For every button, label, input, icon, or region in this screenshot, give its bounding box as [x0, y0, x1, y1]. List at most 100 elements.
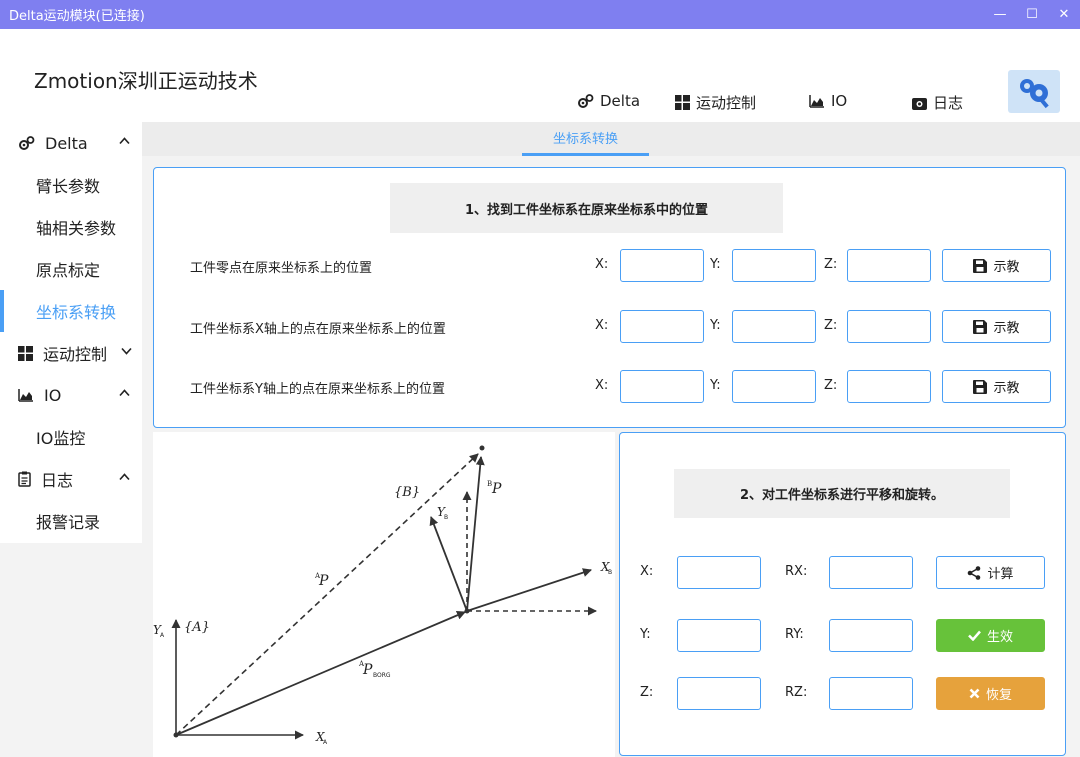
topnav-log-label: 日志	[933, 94, 964, 112]
maximize-button[interactable]: ☐	[1016, 0, 1048, 29]
transform-panel: 2、对工件坐标系进行平移和旋转。 X: RX: 计算 Y: RY: 生效 Z: …	[619, 432, 1066, 756]
frame-b-label: {B}	[394, 485, 420, 500]
sidebar-item-origin-calibration[interactable]: 原点标定	[0, 248, 142, 290]
rotate-z-input[interactable]	[829, 677, 913, 710]
ya-subscript: A	[160, 632, 165, 639]
topnav-io-label: IO	[831, 92, 848, 110]
ap-label: P	[318, 573, 329, 589]
porg-label: P	[362, 662, 373, 678]
topnav-io[interactable]: IO	[809, 92, 847, 110]
ypoint-x-input[interactable]	[620, 370, 704, 403]
ypoint-y-input[interactable]	[732, 370, 816, 403]
coordinate-frames-diagram: {B} {A} B P A P A P BORG Y A Y B X A X B	[153, 445, 612, 746]
porg-subscript: BORG	[373, 672, 391, 679]
chevron-up-icon	[119, 389, 130, 397]
frame-a-label: {A}	[184, 620, 210, 635]
topnav-delta[interactable]: Delta	[577, 92, 640, 110]
sidebar-item-coordinate-transform[interactable]: 坐标系转换	[0, 290, 142, 332]
rz-label: RZ:	[785, 685, 808, 700]
origin-y-input[interactable]	[732, 249, 816, 282]
topnav-delta-label: Delta	[600, 92, 641, 110]
sidebar-item-alarm-log[interactable]: 报警记录	[0, 500, 142, 542]
rx-label: RX:	[785, 564, 808, 579]
sidebar: Delta 臂长参数 轴相关参数 原点标定 坐标系转换 运动控制 IO IO监控…	[0, 122, 142, 543]
frame-b-origin	[464, 608, 470, 614]
teach-origin-label: 示教	[993, 260, 1020, 275]
clipboard-icon	[18, 471, 31, 487]
frame-b-x-axis	[466, 568, 592, 612]
topnav-motion-control[interactable]: 运动控制	[675, 92, 756, 113]
ypoint-z-input[interactable]	[847, 370, 931, 403]
teach-position-panel: 1、找到工件坐标系在原来坐标系中的位置 工件零点在原来坐标系上的位置 X: Y:…	[153, 167, 1066, 428]
sidebar-item-io-monitor[interactable]: IO监控	[0, 416, 142, 458]
save-icon	[973, 258, 988, 273]
topnav-log[interactable]: 日志	[912, 92, 963, 113]
sidebar-item-axis-params[interactable]: 轴相关参数	[0, 206, 142, 248]
origin-z-input[interactable]	[847, 249, 931, 282]
origin-x-input[interactable]	[620, 249, 704, 282]
row-label-origin: 工件零点在原来坐标系上的位置	[190, 261, 373, 276]
xpoint-x-input[interactable]	[620, 310, 704, 343]
settings-logo-icon[interactable]	[1008, 70, 1060, 113]
z-label: Z:	[824, 257, 838, 272]
xa-subscript: A	[323, 739, 328, 746]
x-label: X:	[595, 257, 609, 272]
y-label: Y:	[710, 378, 721, 393]
window-title: Delta运动模块(已连接)	[9, 9, 145, 24]
calculate-label: 计算	[987, 567, 1014, 582]
sidebar-group-delta[interactable]: Delta	[0, 122, 142, 164]
apply-button[interactable]: 生效	[936, 619, 1045, 652]
windows-icon	[675, 95, 690, 110]
minimize-button[interactable]: —	[984, 0, 1016, 29]
xpoint-y-input[interactable]	[732, 310, 816, 343]
calculate-button[interactable]: 计算	[936, 556, 1045, 589]
bp-label: P	[491, 481, 502, 497]
close-icon	[969, 688, 980, 699]
section2-title: 2、对工件坐标系进行平移和旋转。	[674, 469, 1010, 518]
y-label: Y:	[710, 257, 721, 272]
frame-b-y-axis	[429, 516, 468, 612]
area-chart-icon	[809, 95, 824, 108]
sidebar-item-arm-length[interactable]: 臂长参数	[0, 164, 142, 206]
x-label: X:	[640, 564, 654, 579]
sidebar-group-log[interactable]: 日志	[0, 458, 142, 500]
vector-porg	[175, 610, 466, 736]
area-chart-icon	[18, 389, 33, 402]
rotate-y-input[interactable]	[829, 619, 913, 652]
z-label: Z:	[640, 685, 654, 700]
row-label-x-axis-point: 工件坐标系X轴上的点在原来坐标系上的位置	[190, 322, 446, 337]
sidebar-group-motion-control[interactable]: 运动控制	[0, 332, 142, 374]
xpoint-z-input[interactable]	[847, 310, 931, 343]
x-label: X:	[595, 378, 609, 393]
section1-title: 1、找到工件坐标系在原来坐标系中的位置	[390, 183, 783, 233]
rotate-x-input[interactable]	[829, 556, 913, 589]
row-label-y-axis-point: 工件坐标系Y轴上的点在原来坐标系上的位置	[190, 382, 445, 397]
translate-z-input[interactable]	[677, 677, 761, 710]
translate-x-input[interactable]	[677, 556, 761, 589]
translate-y-input[interactable]	[677, 619, 761, 652]
teach-ypoint-button[interactable]: 示教	[942, 370, 1051, 403]
xb-subscript: B	[608, 569, 612, 576]
restore-button[interactable]: 恢复	[936, 677, 1045, 710]
teach-origin-button[interactable]: 示教	[942, 249, 1051, 282]
chevron-down-icon	[121, 347, 132, 355]
ry-label: RY:	[785, 627, 804, 642]
teach-xpoint-label: 示教	[993, 321, 1020, 336]
gears-icon	[19, 135, 35, 150]
tab-coordinate-transform[interactable]: 坐标系转换	[522, 122, 649, 156]
sidebar-group-delta-label: Delta	[45, 133, 88, 153]
chevron-up-icon	[119, 137, 130, 145]
teach-xpoint-button[interactable]: 示教	[942, 310, 1051, 343]
z-label: Z:	[824, 318, 838, 333]
camera-icon	[912, 97, 927, 110]
y-label: Y:	[640, 627, 651, 642]
brand-title: Zmotion深圳正运动技术	[34, 69, 258, 93]
sidebar-group-io-label: IO	[44, 385, 62, 405]
tab-bar: 坐标系转换	[142, 122, 1080, 156]
save-icon	[973, 379, 988, 394]
check-icon	[968, 630, 981, 641]
save-icon	[973, 319, 988, 334]
top-nav: Delta 运动控制 IO 日志	[0, 92, 1000, 114]
close-button[interactable]: ✕	[1048, 0, 1080, 29]
sidebar-group-io[interactable]: IO	[0, 374, 142, 416]
